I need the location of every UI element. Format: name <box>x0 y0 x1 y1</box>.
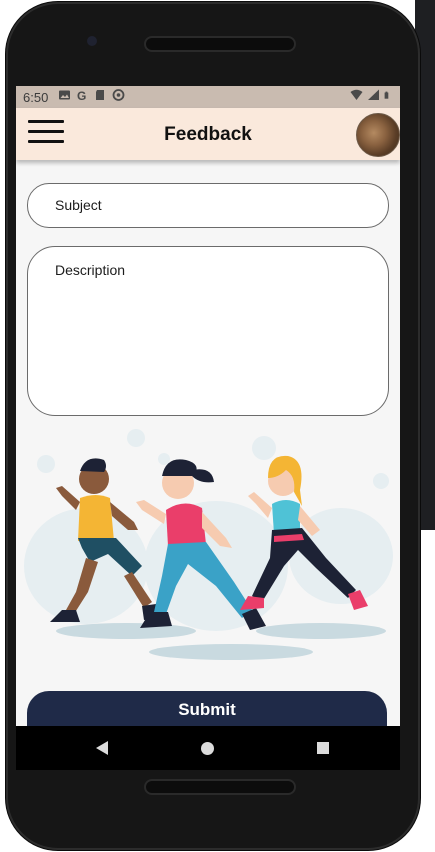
signal-icon <box>368 89 379 100</box>
wifi-icon <box>350 89 363 100</box>
page-title: Feedback <box>164 124 252 145</box>
app-bar: Feedback <box>16 108 400 160</box>
status-notification-icons: G <box>58 89 125 101</box>
google-icon: G <box>77 89 86 101</box>
description-field[interactable]: Description <box>27 246 389 416</box>
back-icon[interactable] <box>96 741 108 755</box>
battery-icon <box>384 91 389 99</box>
recents-icon[interactable] <box>317 742 329 754</box>
image-icon <box>59 90 70 100</box>
data-saver-icon <box>112 89 125 101</box>
svg-text:G: G <box>77 89 86 101</box>
bottom-speaker <box>146 781 294 793</box>
home-icon[interactable] <box>201 742 214 755</box>
top-speaker <box>146 38 294 50</box>
android-navigation-bar <box>16 726 400 770</box>
status-time: 6:50 <box>23 90 49 105</box>
subject-placeholder: Subject <box>55 197 102 213</box>
app-screen: 6:50 G Feedback Subject Description Subm… <box>16 86 400 742</box>
avatar[interactable] <box>356 113 400 157</box>
front-camera <box>87 36 97 46</box>
exercise-illustration <box>24 429 393 660</box>
description-placeholder: Description <box>55 262 126 278</box>
subject-field[interactable]: Subject <box>27 183 389 228</box>
status-bar: 6:50 G <box>16 86 400 108</box>
sd-card-icon <box>96 90 104 100</box>
status-system-icons <box>350 89 392 101</box>
